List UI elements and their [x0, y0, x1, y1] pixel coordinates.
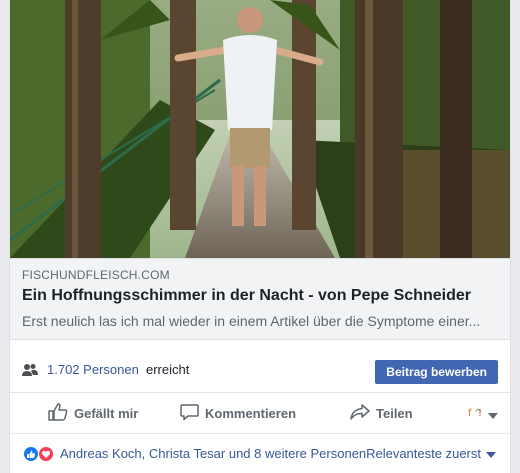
chevron-down-icon: [481, 446, 496, 461]
link-title[interactable]: Ein Hoffnungsschimmer in der Nacht - von…: [22, 287, 502, 305]
comment-label: Kommentieren: [205, 405, 297, 421]
comment-icon: [180, 403, 205, 424]
promote-post-button[interactable]: Beitrag bewerben: [375, 360, 498, 384]
reaction-icons[interactable]: [22, 446, 56, 467]
share-label: Teilen: [376, 405, 413, 421]
post-card: FISCHUNDFLEISCH.COM Ein Hoffnungsschimme…: [10, 0, 510, 473]
like-label: Gefällt mir: [74, 405, 139, 421]
likes-summary: Andreas Koch, Christa Tesar und 8 weiter…: [10, 436, 510, 472]
love-reaction-icon: [38, 446, 54, 462]
reach-suffix: erreicht: [146, 362, 190, 377]
people-icon: [22, 363, 38, 382]
thumbs-up-icon: [48, 402, 74, 424]
link-description: Erst neulich las ich mal wieder in einem…: [22, 313, 481, 329]
like-reaction-icon: [23, 446, 39, 462]
link-domain: FISCHUNDFLEISCH.COM: [22, 268, 170, 282]
comment-button[interactable]: Kommentieren: [180, 393, 296, 433]
post-actions: Gefällt mir Kommentieren Teilen f ^ !: [10, 393, 510, 434]
post-image[interactable]: [10, 0, 510, 258]
reach-row: 1.702 Personen erreicht Beitrag bewerben: [10, 350, 510, 393]
chevron-down-icon: [488, 406, 498, 424]
share-button[interactable]: Teilen: [350, 393, 413, 433]
post-as-selector[interactable]: f ^ !: [466, 405, 498, 424]
svg-text:f: f: [468, 408, 472, 419]
avatar-reaction-icon: f ^ !: [466, 405, 484, 424]
comment-sort-dropdown[interactable]: Relevanteste zuerst: [366, 446, 496, 461]
like-button[interactable]: Gefällt mir: [48, 393, 138, 433]
link-preview[interactable]: FISCHUNDFLEISCH.COM Ein Hoffnungsschimme…: [10, 258, 510, 340]
svg-text:!: !: [478, 408, 482, 419]
sort-label: Relevanteste zuerst: [366, 446, 481, 461]
likes-names[interactable]: Andreas Koch, Christa Tesar und 8 weiter…: [60, 446, 366, 461]
reach-count-link[interactable]: 1.702 Personen: [47, 362, 139, 377]
share-icon: [350, 403, 376, 423]
